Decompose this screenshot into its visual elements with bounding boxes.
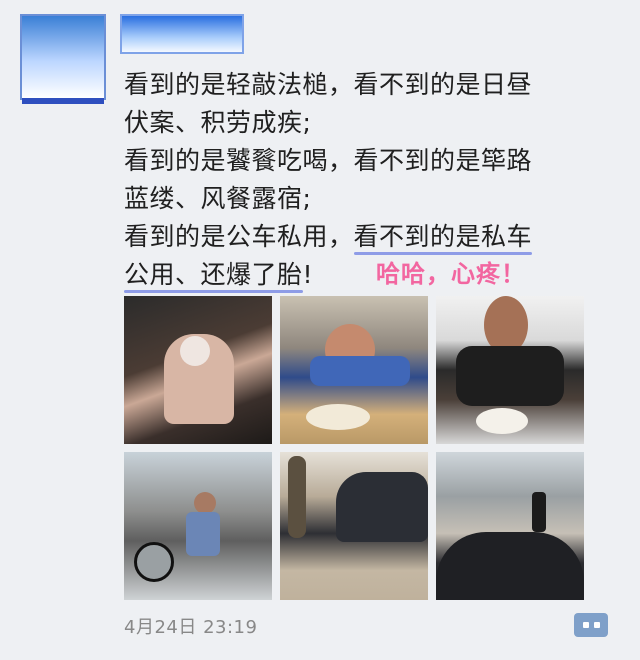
underlined-text: 看不到的是私车: [353, 222, 533, 255]
post-text: 看到的是轻敲法槌，看不到的是日昼 伏案、积劳成疾; 看到的是饕餮吃喝，看不到的是…: [124, 66, 624, 294]
post-line-part: 看到的是公车私用，: [124, 222, 354, 251]
dot-icon: [594, 622, 600, 628]
photo-car-flat-tire[interactable]: [280, 452, 428, 600]
post-line-part: !: [302, 260, 314, 289]
username-redacted[interactable]: [120, 14, 244, 54]
photo-man-eating[interactable]: [280, 296, 428, 444]
avatar[interactable]: [20, 14, 106, 104]
photo-car-roadside[interactable]: [436, 452, 584, 600]
post-line: 看到的是轻敲法槌，看不到的是日昼: [124, 70, 533, 99]
post-line: 伏案、积劳成疾;: [124, 108, 312, 137]
photo-man-eating-noodles[interactable]: [436, 296, 584, 444]
handwritten-annotation: 哈哈，心疼！: [376, 260, 526, 288]
photo-person-sleeping-chair[interactable]: [124, 296, 272, 444]
post-line: 看到的是饕餮吃喝，看不到的是筚路: [124, 146, 533, 175]
underlined-text-content: 看不到的是私车: [353, 222, 533, 251]
more-actions-button[interactable]: [574, 613, 608, 637]
post-line: 蓝缕、风餐露宿;: [124, 184, 312, 213]
post-line: 看到的是公车私用，看不到的是私车: [124, 218, 624, 256]
post-line: 公用、还爆了胎!: [124, 256, 624, 294]
underline-mark: [124, 290, 303, 293]
post-timestamp: 4月24日 23:19: [124, 617, 258, 638]
photo-grid: [124, 296, 584, 600]
underlined-text: 公用、还爆了胎: [124, 260, 303, 293]
dot-icon: [583, 622, 589, 628]
photo-motorbike-street[interactable]: [124, 452, 272, 600]
underlined-text-content: 公用、还爆了胎: [124, 260, 303, 289]
